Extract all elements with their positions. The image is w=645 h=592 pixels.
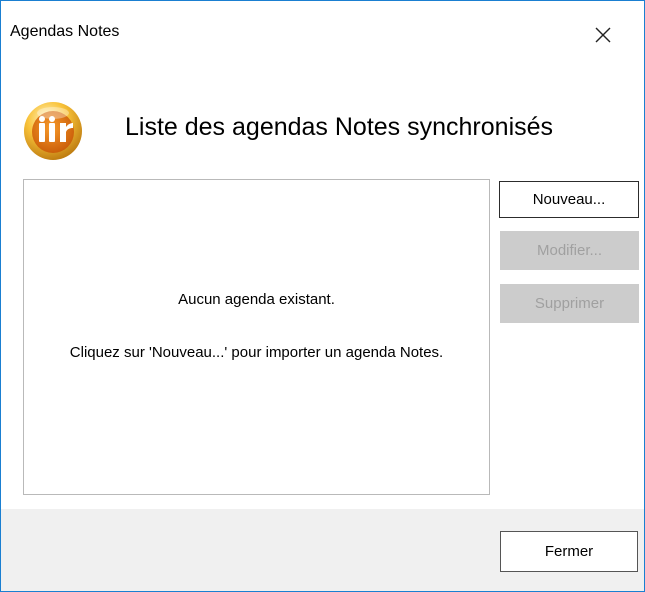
ibm-notes-logo-icon	[24, 102, 82, 160]
agenda-list[interactable]: Aucun agenda existant. Cliquez sur 'Nouv…	[23, 179, 490, 495]
empty-list-message: Aucun agenda existant.	[178, 291, 335, 308]
edit-button[interactable]: Modifier...	[500, 231, 639, 270]
window-title: Agendas Notes	[10, 23, 120, 40]
close-icon	[595, 27, 611, 43]
delete-button[interactable]: Supprimer	[500, 284, 639, 323]
hint-message: Cliquez sur 'Nouveau...' pour importer u…	[69, 344, 444, 361]
dialog-window: Agendas Notes Liste des agendas Notes sy…	[0, 0, 645, 592]
title-bar: Agendas Notes	[1, 1, 644, 47]
close-button[interactable]: Fermer	[500, 531, 638, 572]
page-title: Liste des agendas Notes synchronisés	[125, 113, 554, 141]
close-window-button[interactable]	[581, 19, 625, 51]
new-button[interactable]: Nouveau...	[499, 181, 639, 218]
